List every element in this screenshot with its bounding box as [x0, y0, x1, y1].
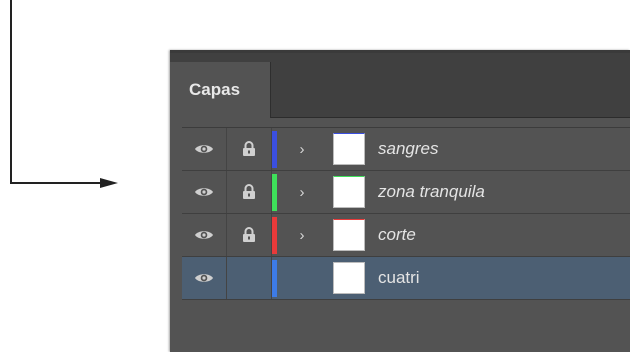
layer-row-cuatri[interactable]: › cuatri [182, 257, 630, 300]
chevron-right-icon: › [299, 140, 305, 158]
visibility-toggle[interactable] [182, 128, 227, 170]
layer-name: sangres [378, 139, 439, 158]
eye-icon [195, 188, 213, 196]
visibility-toggle[interactable] [182, 214, 227, 256]
lock-icon [243, 141, 255, 156]
layer-color-bar [272, 173, 277, 211]
lock-toggle[interactable] [227, 257, 272, 299]
expand-toggle[interactable]: › [282, 257, 322, 299]
expand-toggle[interactable]: › [282, 171, 322, 213]
annotation-arrow [10, 0, 118, 188]
layer-row-sangres[interactable]: › sangres [182, 128, 630, 171]
layer-color-tag [272, 128, 282, 170]
layer-name: zona tranquila [378, 182, 485, 201]
layer-name: cuatri [378, 268, 420, 287]
eye-icon [195, 145, 213, 153]
layer-list: › sangres › zona tranquila › corte cuatr… [182, 127, 630, 300]
tab-capas[interactable]: Capas [170, 62, 271, 118]
layers-panel: Capas › sangres › zona tranquila › corte… [170, 50, 630, 352]
eye-icon [195, 231, 213, 239]
tab-label: Capas [189, 80, 241, 99]
lock-icon [243, 227, 255, 242]
lock-toggle[interactable] [227, 214, 272, 256]
eye-icon [195, 274, 213, 282]
chevron-right-icon: › [299, 183, 305, 201]
layer-color-tag [272, 257, 282, 299]
panel-tab-bar: Capas [170, 53, 630, 118]
expand-toggle[interactable]: › [282, 214, 322, 256]
layer-row-zona-tranquila[interactable]: › zona tranquila [182, 171, 630, 214]
lock-toggle[interactable] [227, 128, 272, 170]
expand-toggle[interactable]: › [282, 128, 322, 170]
layer-row-corte[interactable]: › corte [182, 214, 630, 257]
visibility-toggle[interactable] [182, 171, 227, 213]
visibility-toggle[interactable] [182, 257, 227, 299]
chevron-right-icon: › [299, 226, 305, 244]
layer-color-tag [272, 214, 282, 256]
layer-thumbnail [333, 219, 365, 251]
lock-toggle[interactable] [227, 171, 272, 213]
layer-color-bar [272, 216, 277, 254]
layer-thumbnail [333, 176, 365, 208]
layer-color-tag [272, 171, 282, 213]
layer-thumbnail [333, 133, 365, 165]
lock-icon [243, 184, 255, 199]
layer-color-bar [272, 130, 277, 168]
layer-name: corte [378, 225, 416, 244]
layer-color-bar [272, 259, 277, 297]
layer-thumbnail [333, 262, 365, 294]
